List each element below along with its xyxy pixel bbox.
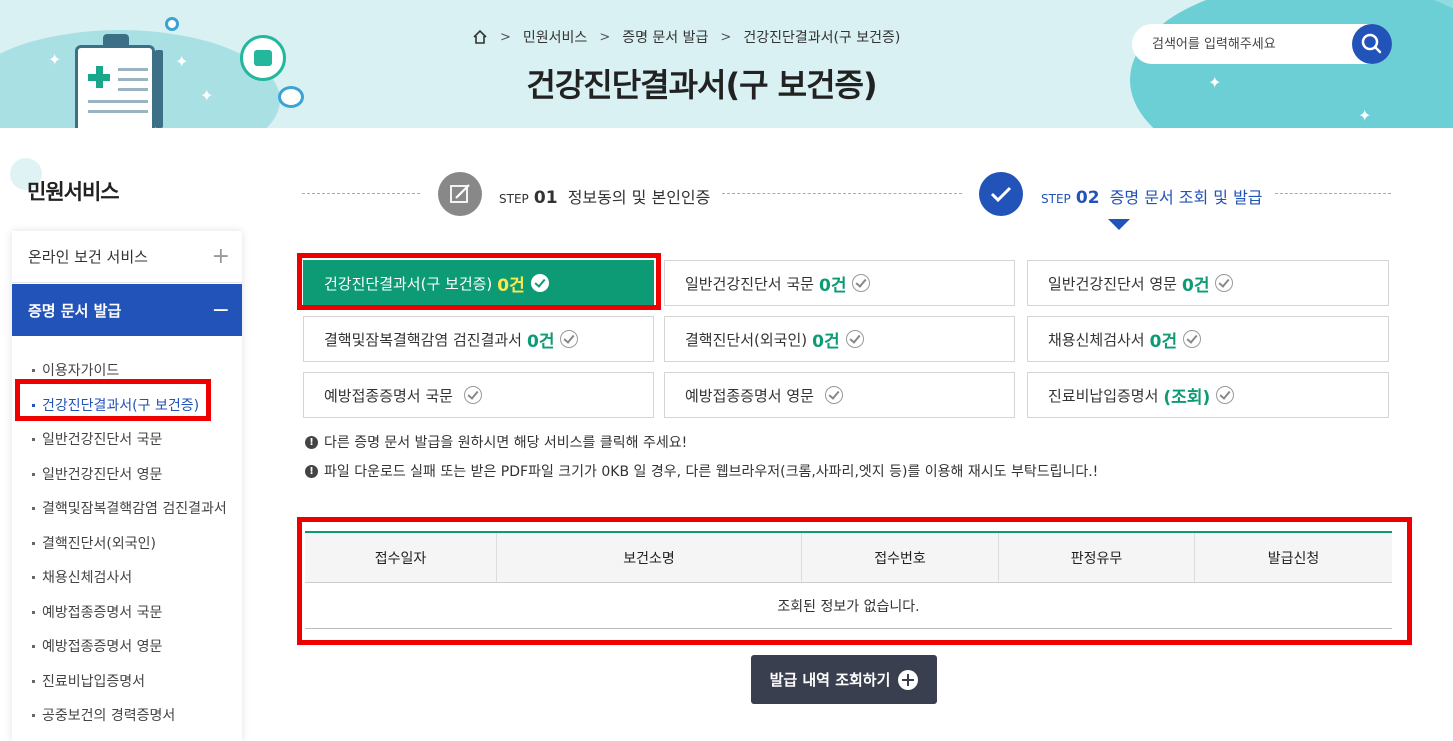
check-circle-icon bbox=[824, 386, 843, 404]
result-table: 접수일자 보건소명 접수번호 판정유무 발급신청 조회된 정보가 없습니다. bbox=[305, 531, 1392, 629]
highlight-box bbox=[15, 379, 211, 421]
sidebar-item-employment[interactable]: 채용신체검사서 bbox=[12, 560, 242, 595]
highlight-box bbox=[297, 253, 661, 310]
column-header: 접수일자 bbox=[305, 533, 497, 582]
sparkle-icon: ✦ bbox=[1358, 106, 1372, 125]
sidebar-section-online-health[interactable]: 온라인 보건 서비스 + bbox=[12, 231, 242, 283]
edit-icon bbox=[438, 172, 482, 216]
table-header-row: 접수일자 보건소명 접수번호 판정유무 발급신청 bbox=[305, 533, 1392, 583]
sidebar-item-tb-screening[interactable]: 결핵및잠복결핵감염 검진결과서 bbox=[12, 491, 242, 526]
check-circle-icon bbox=[845, 330, 864, 348]
sidebar-title: 민원서비스 bbox=[27, 180, 120, 204]
sidebar-section-label: 온라인 보건 서비스 bbox=[28, 248, 148, 266]
sidebar-section-certificate[interactable]: 증명 문서 발급 − bbox=[12, 284, 242, 336]
check-circle-icon bbox=[463, 386, 482, 404]
check-icon bbox=[979, 172, 1023, 216]
doc-button-payment[interactable]: 진료비납입증명서 (조회) bbox=[1027, 372, 1389, 418]
check-circle-icon bbox=[852, 274, 871, 292]
exclamation-icon: ! bbox=[305, 464, 318, 478]
sidebar-item-vaccine-en[interactable]: 예방접종증명서 영문 bbox=[12, 629, 242, 664]
issue-history-button[interactable]: 발급 내역 조회하기 bbox=[751, 655, 937, 704]
page-header-banner: ✦ ✦ ✦ ✦ ✦ > 민원서비스 > 증명 문서 발급 > 건강진단결과서(구… bbox=[0, 0, 1453, 128]
sidebar-section-label: 증명 문서 발급 bbox=[28, 301, 122, 320]
sidebar-item-vaccine-kr[interactable]: 예방접종증명서 국문 bbox=[12, 595, 242, 630]
check-circle-icon bbox=[560, 330, 579, 348]
breadcrumb-separator: > bbox=[599, 29, 611, 45]
step-divider bbox=[722, 193, 962, 194]
breadcrumb-item[interactable]: 증명 문서 발급 bbox=[622, 27, 708, 47]
column-header: 접수번호 bbox=[802, 533, 999, 582]
chevron-down-icon bbox=[1108, 219, 1130, 230]
breadcrumb-separator: > bbox=[720, 29, 732, 45]
sidebar-menu: 온라인 보건 서비스 + 증명 문서 발급 − 이용자가이드 건강진단결과서(구… bbox=[12, 231, 242, 741]
empty-table-message: 조회된 정보가 없습니다. bbox=[305, 583, 1392, 629]
plus-icon: + bbox=[211, 244, 230, 269]
step-2-label: STEP 02 증명 문서 조회 및 발급 bbox=[1041, 188, 1263, 208]
step-divider bbox=[1275, 193, 1391, 194]
issue-history-label: 발급 내역 조회하기 bbox=[769, 671, 891, 689]
notice-text: ! 다른 증명 문서 발급을 원하시면 해당 서비스를 클릭해 주세요! bbox=[305, 432, 687, 452]
doc-button-tb-screening[interactable]: 결핵및잠복결핵감염 검진결과서 0건 bbox=[303, 316, 654, 362]
minus-icon: − bbox=[211, 297, 230, 323]
step-1-label: STEP 01 정보동의 및 본인인증 bbox=[499, 188, 711, 208]
search-input[interactable] bbox=[1152, 24, 1342, 64]
sidebar-item-general-en[interactable]: 일반건강진단서 영문 bbox=[12, 457, 242, 492]
page-title: 건강진단결과서(구 보건증) bbox=[526, 66, 877, 104]
step-divider bbox=[302, 193, 420, 194]
sidebar-item-career[interactable]: 공중보건의 경력증명서 bbox=[12, 698, 242, 733]
sidebar-item-tb-foreigner[interactable]: 결핵진단서(외국인) bbox=[12, 526, 242, 561]
decorative-ring bbox=[165, 17, 179, 31]
breadcrumb: > 민원서비스 > 증명 문서 발급 > 건강진단결과서(구 보건증) bbox=[472, 27, 900, 47]
notice-text: ! 파일 다운로드 실패 또는 받은 PDF파일 크기가 0KB 일 경우, 다른… bbox=[305, 461, 1098, 481]
column-header: 발급신청 bbox=[1267, 550, 1320, 567]
doc-button-tb-foreigner[interactable]: 결핵진단서(외국인) 0건 bbox=[664, 316, 1015, 362]
sidebar-item-general-kr[interactable]: 일반건강진단서 국문 bbox=[12, 422, 242, 457]
doc-button-general-en[interactable]: 일반건강진단서 영문 0건 bbox=[1027, 260, 1389, 306]
exclamation-icon: ! bbox=[305, 435, 318, 449]
column-header: 판정유무 bbox=[999, 533, 1195, 582]
search-icon bbox=[1361, 33, 1382, 54]
search-box bbox=[1132, 24, 1392, 64]
doc-button-general-kr[interactable]: 일반건강진단서 국문 0건 bbox=[664, 260, 1015, 306]
sidebar-item-payment[interactable]: 진료비납입증명서 bbox=[12, 664, 242, 699]
breadcrumb-item[interactable]: 민원서비스 bbox=[523, 27, 587, 47]
plus-circle-icon bbox=[898, 669, 919, 690]
doc-button-vaccine-en[interactable]: 예방접종증명서 영문 bbox=[664, 372, 1015, 418]
doc-button-vaccine-kr[interactable]: 예방접종증명서 국문 bbox=[303, 372, 654, 418]
check-circle-icon bbox=[1215, 274, 1234, 292]
column-header: 보건소명 bbox=[497, 533, 802, 582]
check-circle-icon bbox=[1216, 386, 1235, 404]
search-button[interactable] bbox=[1352, 24, 1392, 64]
breadcrumb-separator: > bbox=[500, 29, 511, 45]
doc-button-employment[interactable]: 채용신체검사서 0건 bbox=[1027, 316, 1389, 362]
home-icon[interactable] bbox=[472, 29, 488, 45]
breadcrumb-item[interactable]: 건강진단결과서(구 보건증) bbox=[743, 27, 900, 47]
check-circle-icon bbox=[1183, 330, 1202, 348]
